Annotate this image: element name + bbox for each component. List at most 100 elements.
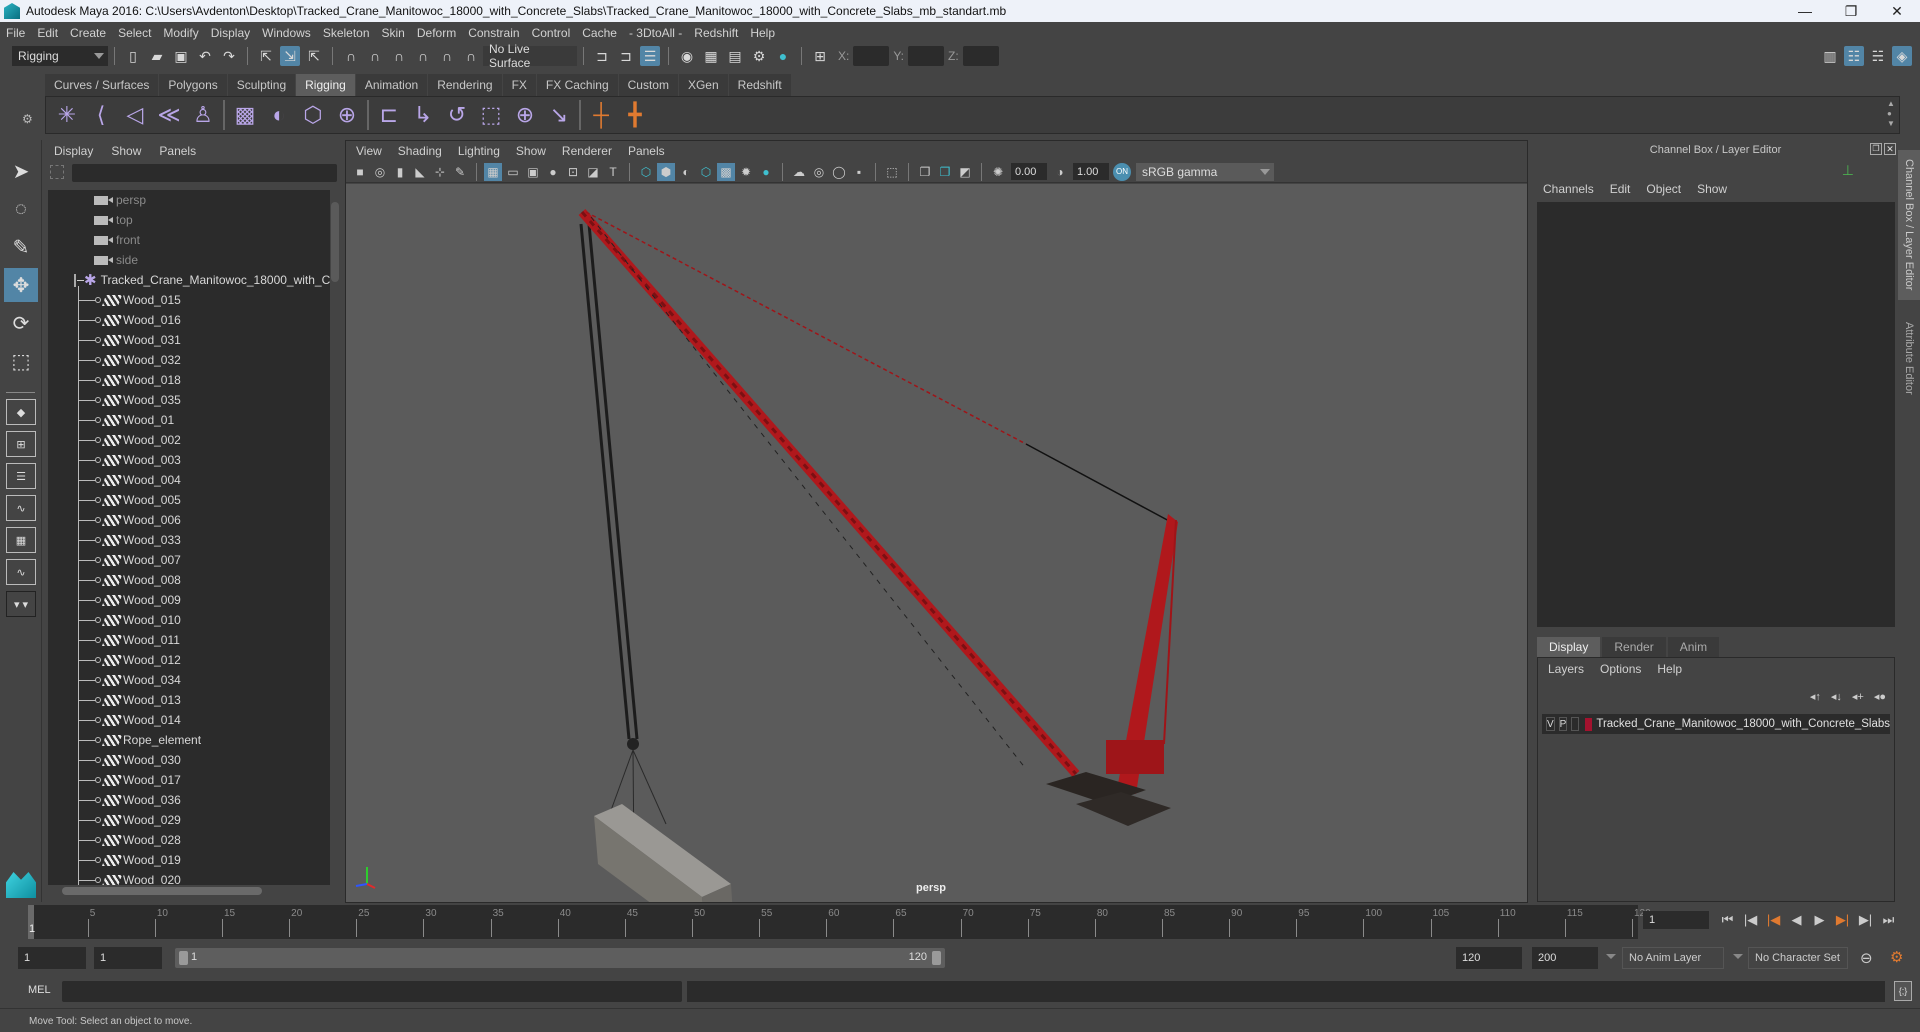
command-language-label[interactable]: MEL bbox=[28, 984, 51, 996]
single-perspective-layout-icon[interactable]: ◆ bbox=[6, 399, 36, 425]
new-layer-icon[interactable]: ◂+ bbox=[1852, 690, 1864, 703]
shelf-tab-xgen[interactable]: XGen bbox=[678, 74, 728, 96]
outliner-item[interactable]: Wood_020 bbox=[48, 870, 330, 885]
layer-visibility-toggle[interactable]: V bbox=[1546, 717, 1555, 731]
scrollbar-thumb[interactable] bbox=[331, 202, 339, 282]
select-component-icon[interactable]: ⇱ bbox=[304, 46, 324, 66]
outliner-item[interactable]: Wood_015 bbox=[48, 290, 330, 310]
snap-projected-center-icon[interactable]: ∩ bbox=[413, 46, 433, 66]
z-field[interactable] bbox=[962, 46, 999, 66]
outliner-item[interactable]: Wood_007 bbox=[48, 550, 330, 570]
shelf-settings-icon[interactable]: ⚙ bbox=[22, 112, 33, 126]
manipulator-axis-icon[interactable]: ⊥ bbox=[1842, 162, 1854, 179]
menu-edit[interactable]: Edit bbox=[37, 26, 58, 40]
outliner-item[interactable]: Wood_036 bbox=[48, 790, 330, 810]
range-start-handle[interactable] bbox=[179, 951, 188, 965]
outliner-item-side[interactable]: side bbox=[48, 250, 330, 270]
field-chart-icon[interactable]: ⊡ bbox=[564, 163, 582, 181]
filter-icon[interactable] bbox=[50, 165, 64, 179]
go-to-end-icon[interactable]: ⏭ bbox=[1877, 909, 1900, 931]
layer-row[interactable]: V P Tracked_Crane_Manitowoc_18000_with_C… bbox=[1542, 714, 1890, 734]
shelf-tab-fx-caching[interactable]: FX Caching bbox=[536, 74, 618, 96]
pole-vector-icon[interactable]: ↘ bbox=[542, 98, 576, 132]
outliner-item[interactable]: Wood_028 bbox=[48, 830, 330, 850]
snap-grid-icon[interactable]: ∩ bbox=[341, 46, 361, 66]
step-forward-frame-icon[interactable]: ▶| bbox=[1831, 909, 1854, 931]
anim-layer-dropdown[interactable]: No Anim Layer bbox=[1622, 947, 1724, 969]
edit-menu[interactable]: Edit bbox=[1610, 182, 1631, 196]
outliner-search-input[interactable] bbox=[72, 164, 337, 182]
depth-of-field-icon[interactable]: ▪ bbox=[850, 163, 868, 181]
x-field[interactable] bbox=[853, 46, 890, 66]
multisample-aa-icon[interactable]: ◯ bbox=[830, 163, 848, 181]
textured-icon[interactable]: ▩ bbox=[717, 162, 735, 181]
outliner-item[interactable]: Wood_017 bbox=[48, 770, 330, 790]
outliner-item-persp[interactable]: persp bbox=[48, 190, 330, 210]
new-scene-icon[interactable]: ▯ bbox=[123, 46, 143, 66]
outliner-item-crane-group[interactable]: ✱Tracked_Crane_Manitowoc_18000_with_Conc… bbox=[48, 270, 330, 290]
outliner-item[interactable]: Wood_008 bbox=[48, 570, 330, 590]
cluster-icon[interactable]: ⊕ bbox=[330, 98, 364, 132]
shelf-tab-custom[interactable]: Custom bbox=[618, 74, 678, 96]
outliner-item[interactable]: Wood_019 bbox=[48, 850, 330, 870]
grid-icon[interactable]: ▦ bbox=[484, 162, 502, 181]
outliner-vertical-scrollbar[interactable] bbox=[330, 190, 340, 885]
play-backwards-icon[interactable]: ◀ bbox=[1785, 909, 1808, 931]
outliner-item[interactable]: Wood_012 bbox=[48, 650, 330, 670]
outliner-item[interactable]: Wood_032 bbox=[48, 350, 330, 370]
outliner-item[interactable]: Wood_030 bbox=[48, 750, 330, 770]
menu-select[interactable]: Select bbox=[118, 26, 151, 40]
viewport-menu-view[interactable]: View bbox=[356, 144, 382, 158]
move-tool-icon[interactable]: ✥ bbox=[4, 268, 38, 302]
locator-constraint-icon[interactable]: ╋ bbox=[618, 98, 652, 132]
select-tool-icon[interactable]: ➤ bbox=[4, 154, 38, 188]
render-view-icon[interactable]: ◉ bbox=[677, 46, 697, 66]
close-panel-icon[interactable]: ✕ bbox=[1884, 143, 1896, 155]
paint-select-tool-icon[interactable]: ✎ bbox=[4, 230, 38, 264]
locator-icon[interactable]: ┼ bbox=[584, 98, 618, 132]
persp-graph-layout-icon[interactable]: ∿ bbox=[6, 495, 36, 521]
input-ops-icon[interactable]: ⊐ bbox=[592, 46, 612, 66]
step-forward-key-icon[interactable]: ▶| bbox=[1854, 909, 1877, 931]
outliner-item[interactable]: Wood_031 bbox=[48, 330, 330, 350]
outliner-item[interactable]: Wood_033 bbox=[48, 530, 330, 550]
sculpt-deformer-icon[interactable]: ◐ bbox=[262, 98, 296, 132]
scale-tool-icon[interactable]: ⬚ bbox=[4, 344, 38, 378]
viewport-menu-show[interactable]: Show bbox=[516, 144, 546, 158]
new-layer-selected-icon[interactable]: ◂● bbox=[1874, 690, 1886, 703]
range-slider[interactable]: 1 120 bbox=[175, 948, 945, 968]
time-slider-track[interactable]: 1 5 10 15 20 25 30 35 40 45 50 55 60 65 70 75 80 85 90 95 1… bbox=[28, 905, 1651, 939]
save-scene-icon[interactable]: ▣ bbox=[171, 46, 191, 66]
menu-skin[interactable]: Skin bbox=[382, 26, 405, 40]
paint-skin-weights-icon[interactable]: ▩ bbox=[228, 98, 262, 132]
playback-end-field[interactable]: 120 bbox=[1456, 947, 1522, 969]
ik-spline-icon[interactable]: ≪ bbox=[152, 98, 186, 132]
command-input[interactable] bbox=[62, 981, 682, 1002]
menu-deform[interactable]: Deform bbox=[417, 26, 456, 40]
outliner-item[interactable]: Wood_014 bbox=[48, 710, 330, 730]
shelf-tab-redshift[interactable]: Redshift bbox=[728, 74, 791, 96]
gamma-field[interactable]: 1.00 bbox=[1073, 163, 1109, 180]
outliner-item[interactable]: Wood_005 bbox=[48, 490, 330, 510]
shadows-icon[interactable]: ● bbox=[757, 163, 775, 181]
parent-constraint-icon[interactable]: ⊏ bbox=[372, 98, 406, 132]
animation-start-field[interactable]: 1 bbox=[18, 947, 86, 969]
close-button[interactable]: ✕ bbox=[1874, 0, 1920, 22]
wireframe-icon[interactable]: ⬡ bbox=[637, 163, 655, 181]
outliner-menu-panels[interactable]: Panels bbox=[159, 144, 196, 158]
resolution-gate-icon[interactable]: ▣ bbox=[524, 163, 542, 181]
outliner-item[interactable]: Wood_029 bbox=[48, 810, 330, 830]
script-editor-icon[interactable]: {;} bbox=[1894, 981, 1912, 1001]
screen-space-ao-icon[interactable]: ☁ bbox=[790, 163, 808, 181]
render-settings-icon[interactable]: ⚙ bbox=[749, 46, 769, 66]
menu-file[interactable]: File bbox=[6, 26, 25, 40]
insert-joint-icon[interactable]: ⟨ bbox=[84, 98, 118, 132]
playback-start-field[interactable]: 1 bbox=[94, 947, 162, 969]
create-joints-icon[interactable]: ✳ bbox=[50, 98, 84, 132]
layer-playback-toggle[interactable]: P bbox=[1558, 717, 1568, 731]
animation-end-field[interactable]: 200 bbox=[1532, 947, 1598, 969]
outliner-item[interactable]: Wood_016 bbox=[48, 310, 330, 330]
gate-mask-icon[interactable]: ● bbox=[544, 163, 562, 181]
color-space-dropdown[interactable]: sRGB gamma bbox=[1136, 162, 1274, 181]
outliner-item[interactable]: Wood_035 bbox=[48, 390, 330, 410]
